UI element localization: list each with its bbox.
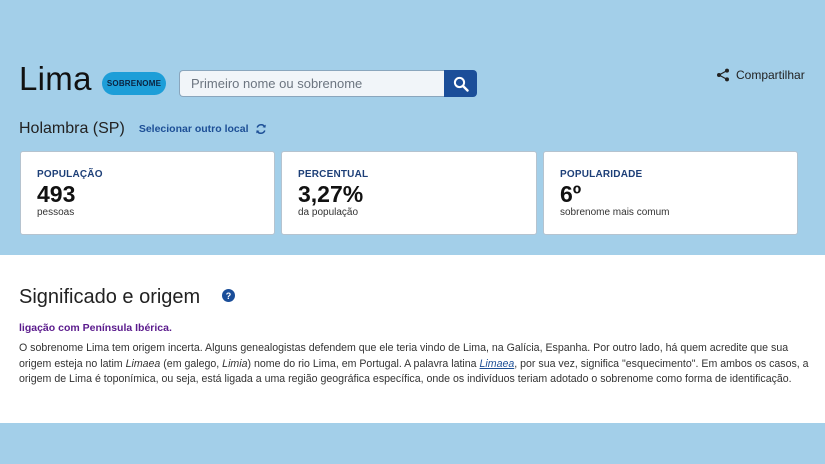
- search-input[interactable]: [179, 70, 445, 97]
- desc-emphasis: Limia: [222, 357, 248, 370]
- stat-sub: sobrenome mais comum: [560, 207, 670, 218]
- share-icon: [717, 68, 729, 82]
- stat-value: 6º: [560, 181, 582, 207]
- desc-text: ) nome do rio Lima, em Portugal. A palav…: [247, 357, 480, 370]
- stat-value: 493: [37, 181, 76, 207]
- section-title: Significado e origem: [19, 286, 201, 308]
- stat-label: POPULARIDADE: [560, 169, 643, 180]
- share-button[interactable]: Compartilhar: [716, 68, 805, 82]
- stat-label: PERCENTUAL: [298, 169, 369, 180]
- search-button[interactable]: [444, 70, 477, 97]
- search-bar: [179, 70, 477, 97]
- help-icon[interactable]: ?: [222, 289, 235, 302]
- surname-badge: SOBRENOME: [102, 72, 166, 95]
- desc-text: (em galego,: [160, 357, 223, 370]
- stat-value: 3,27%: [298, 181, 364, 207]
- location-row: Holambra (SP) Selecionar outro local: [19, 120, 267, 138]
- stat-card-population: POPULAÇÃO 493 pessoas: [20, 151, 275, 235]
- stat-sub: da população: [298, 207, 359, 218]
- page-title: Lima: [19, 60, 92, 97]
- location-name: Holambra (SP): [19, 120, 125, 137]
- search-icon: [453, 76, 469, 92]
- share-label: Compartilhar: [736, 68, 805, 82]
- stat-label: POPULAÇÃO: [37, 169, 103, 180]
- change-location-label: Selecionar outro local: [138, 123, 249, 135]
- stat-card-percent: PERCENTUAL 3,27% da população: [281, 151, 537, 235]
- stat-card-popularity: POPULARIDADE 6º sobrenome mais comum: [543, 151, 798, 235]
- meaning-section: [0, 255, 825, 423]
- desc-emphasis: Limaea: [125, 357, 161, 370]
- origin-tag: ligação com Península Ibérica.: [19, 322, 172, 334]
- change-location-link[interactable]: Selecionar outro local: [139, 123, 267, 135]
- stat-sub: pessoas: [37, 207, 75, 218]
- refresh-icon: [255, 123, 266, 135]
- limaea-link[interactable]: Limaea: [480, 358, 515, 370]
- meaning-description: O sobrenome Lima tem origem incerta. Alg…: [19, 341, 809, 388]
